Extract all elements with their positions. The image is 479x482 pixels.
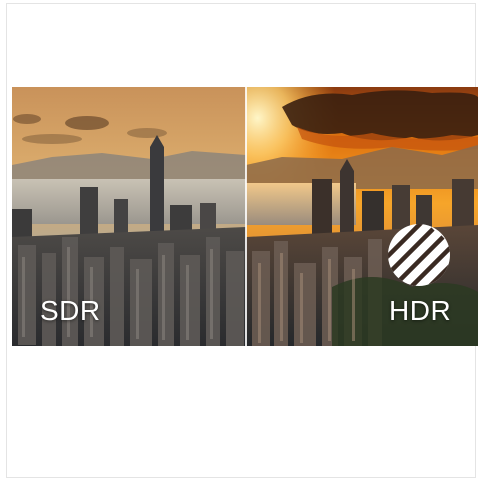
hdr-label: HDR [389,295,452,326]
sdr-hdr-comparison-image: SDR HDR [12,87,478,346]
split-divider [245,87,247,346]
hdr-stripe-logo-icon [388,224,450,286]
sdr-label: SDR [40,295,101,326]
